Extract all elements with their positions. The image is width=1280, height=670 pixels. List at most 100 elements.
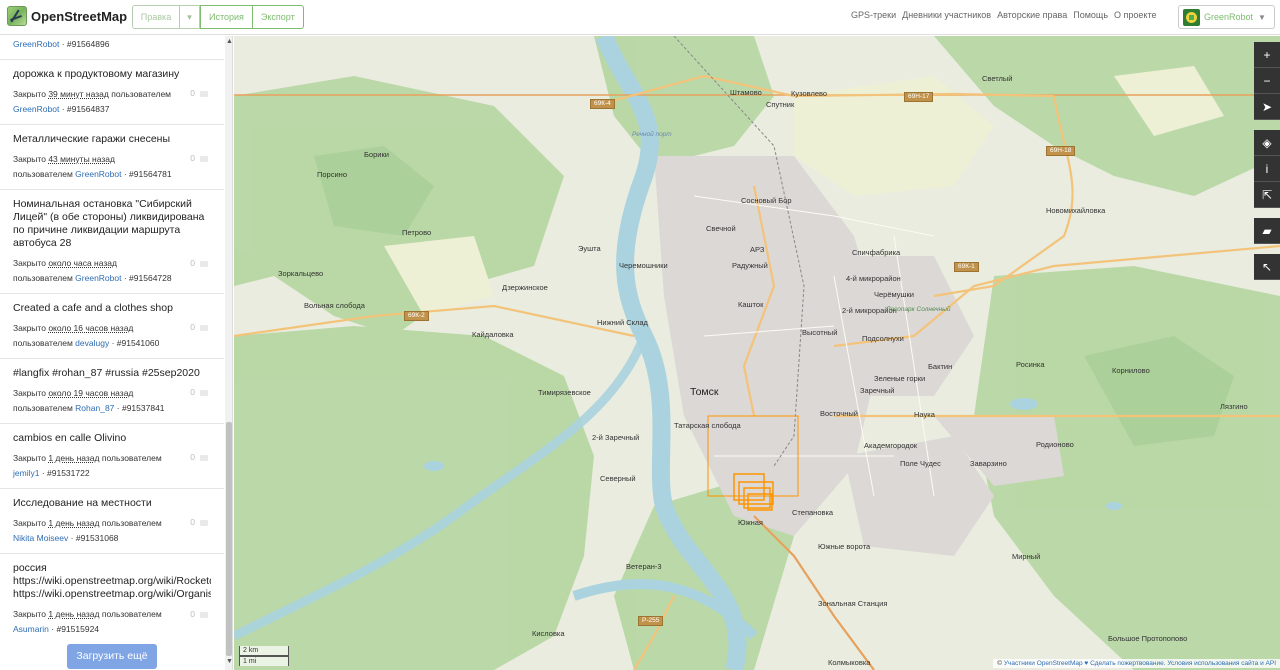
zoom-out-button[interactable]: −	[1254, 68, 1280, 94]
changeset-time: около 19 часов назад	[48, 388, 134, 398]
nav-help[interactable]: Помощь	[1073, 10, 1108, 20]
place-label: Кисловка	[532, 629, 565, 638]
place-label: Мирный	[1012, 552, 1041, 561]
changeset-time: 1 день назад	[48, 453, 100, 463]
scrollbar-thumb[interactable]	[226, 422, 232, 656]
list-item[interactable]: дорожка к продуктовому магазину Закрыто …	[0, 60, 224, 125]
place-label: Колмыковка	[828, 658, 871, 667]
list-item[interactable]: cambios en calle Olivino Закрыто 1 день …	[0, 424, 224, 489]
changeset-by: пользователем	[13, 338, 73, 348]
map-scale: 2 km 1 mi	[239, 646, 289, 666]
changeset-title[interactable]: cambios en calle Olivino	[13, 432, 211, 445]
scale-mi: 1 mi	[239, 656, 289, 666]
terms-link[interactable]: Условия использования сайта и API	[1167, 660, 1276, 667]
place-label: Заварзино	[970, 459, 1007, 468]
locate-icon[interactable]: ➤	[1254, 94, 1280, 120]
layers-icon[interactable]: ◈	[1254, 130, 1280, 156]
changeset-user-link[interactable]: Nikita Moiseev	[13, 533, 68, 543]
place-label: Родионово	[1036, 440, 1074, 449]
nav-user-diaries[interactable]: Дневники участников	[902, 10, 991, 20]
changeset-id: · #91564837	[61, 104, 110, 114]
changeset-title-line[interactable]: Номинальная остановка "Сибирский	[13, 198, 211, 211]
place-label: Тимирязевское	[538, 388, 591, 397]
donate-link[interactable]: ♥ Сделать пожертвование.	[1084, 660, 1165, 667]
scale-km: 2 km	[239, 646, 289, 656]
nav-gps-traces[interactable]: GPS-треки	[851, 10, 896, 20]
list-item[interactable]: Номинальная остановка "Сибирский Лицей" …	[0, 190, 224, 294]
info-icon[interactable]: i	[1254, 156, 1280, 182]
changeset-title[interactable]: Created a cafe and a clothes shop	[13, 302, 211, 315]
edit-dropdown-caret-icon[interactable]: ▾	[180, 5, 200, 29]
changeset-user-link[interactable]: Rohan_87	[75, 403, 114, 413]
edit-button[interactable]: Правка	[132, 5, 180, 29]
scroll-down-arrow-icon[interactable]: ▼	[226, 658, 232, 665]
map-view[interactable]: Светлый Штамово Спутник Кузовлево Речной…	[234, 36, 1280, 670]
place-label: 2-й Заречный	[592, 433, 640, 442]
changeset-title[interactable]: дорожка к продуктовому магазину	[13, 68, 211, 81]
changeset-title[interactable]: #langfix #rohan_87 #russia #25sep2020	[13, 367, 211, 380]
place-label: Зеленые горки	[874, 374, 926, 383]
changeset-title-line[interactable]: автобуса 28	[13, 237, 211, 250]
changeset-id: · #91531722	[41, 468, 90, 478]
place-label: Светлый	[982, 74, 1013, 83]
user-menu-button[interactable]: GreenRobot ▼	[1178, 5, 1275, 29]
changeset-title-line[interactable]: https://wiki.openstreetmap.org/wiki/Rock…	[13, 575, 211, 588]
road-shield: Р-255	[638, 616, 664, 626]
history-button[interactable]: История	[200, 5, 253, 29]
secondary-nav: GPS-треки Дневники участников Авторские …	[851, 10, 1156, 20]
list-item[interactable]: Created a cafe and a clothes shop Закрыт…	[0, 294, 224, 359]
comment-count: 0	[190, 452, 208, 462]
changeset-user-link[interactable]: GreenRobot	[75, 169, 121, 179]
changeset-status: Закрыто	[13, 609, 46, 619]
changeset-status: Закрыто	[13, 154, 46, 164]
zoom-in-button[interactable]: +	[1254, 42, 1280, 68]
road-shield: 69К-4	[590, 99, 615, 109]
changeset-user-link[interactable]: devalugy	[75, 338, 109, 348]
changeset-user-link[interactable]: jemily1	[13, 468, 39, 478]
changeset-id: · #91564781	[123, 169, 172, 179]
place-label: Петрово	[402, 228, 432, 237]
list-item[interactable]: Исследование на местности Закрыто 1 день…	[0, 489, 224, 554]
note-icon[interactable]: ▰	[1254, 218, 1280, 244]
nav-copyright[interactable]: Авторские права	[997, 10, 1067, 20]
site-title: OpenStreetMap	[31, 8, 128, 24]
list-item[interactable]: россия https://wiki.openstreetmap.org/wi…	[0, 554, 224, 644]
attribution: © Участники OpenStreetMap ♥ Сделать поже…	[993, 659, 1280, 668]
list-item[interactable]: #langfix #rohan_87 #russia #25sep2020 За…	[0, 359, 224, 424]
place-label: Лязгино	[1220, 402, 1248, 411]
sidebar-scrollbar[interactable]: ▲ ▼	[225, 36, 232, 670]
place-label: Зональная Станция	[818, 599, 888, 608]
scroll-up-arrow-icon[interactable]: ▲	[226, 38, 232, 45]
list-item[interactable]: Металлические гаражи снесены Закрыто 43 …	[0, 125, 224, 190]
top-bar: OpenStreetMap Правка ▾ История Экспорт G…	[0, 0, 1280, 35]
changeset-id: · #91531068	[70, 533, 119, 543]
share-icon[interactable]: ⇱	[1254, 182, 1280, 208]
export-button[interactable]: Экспорт	[252, 5, 304, 29]
place-label: Высотный	[802, 328, 838, 337]
changeset-id: · #91564728	[123, 273, 172, 283]
changeset-by: пользователем	[13, 169, 73, 179]
changeset-title[interactable]: Исследование на местности	[13, 497, 211, 510]
changeset-user-link[interactable]: Asumarin	[13, 624, 49, 634]
changeset-by: пользователем	[101, 609, 162, 619]
place-label: Южные ворота	[818, 542, 871, 551]
osm-logo-link[interactable]: OpenStreetMap	[7, 6, 127, 26]
nav-about[interactable]: О проекте	[1114, 10, 1156, 20]
place-label: Спутник	[766, 100, 795, 109]
place-label: Северный	[600, 474, 636, 483]
list-item[interactable]: GreenRobot · #91564896	[0, 36, 224, 60]
changeset-title-line[interactable]: россия	[13, 562, 211, 575]
query-cursor-icon[interactable]: ↖	[1254, 254, 1280, 280]
changeset-id: · #91564896	[61, 39, 110, 49]
changeset-title-line[interactable]: https://wiki.openstreetmap.org/wiki/Orga…	[13, 588, 211, 601]
place-label: Штамово	[730, 88, 762, 97]
changeset-title[interactable]: Металлические гаражи снесены	[13, 133, 211, 146]
changeset-user-link[interactable]: GreenRobot	[13, 39, 59, 49]
changeset-title-line[interactable]: по причине ликвидации маршрута	[13, 224, 211, 237]
changeset-title-line[interactable]: Лицей" (в обе стороны) ликвидирована	[13, 211, 211, 224]
attribution-link[interactable]: Участники OpenStreetMap	[1004, 660, 1083, 667]
load-more-button[interactable]: Загрузить ещё	[67, 644, 157, 669]
changeset-id: · #91515924	[51, 624, 100, 634]
changeset-user-link[interactable]: GreenRobot	[75, 273, 121, 283]
changeset-user-link[interactable]: GreenRobot	[13, 104, 59, 114]
